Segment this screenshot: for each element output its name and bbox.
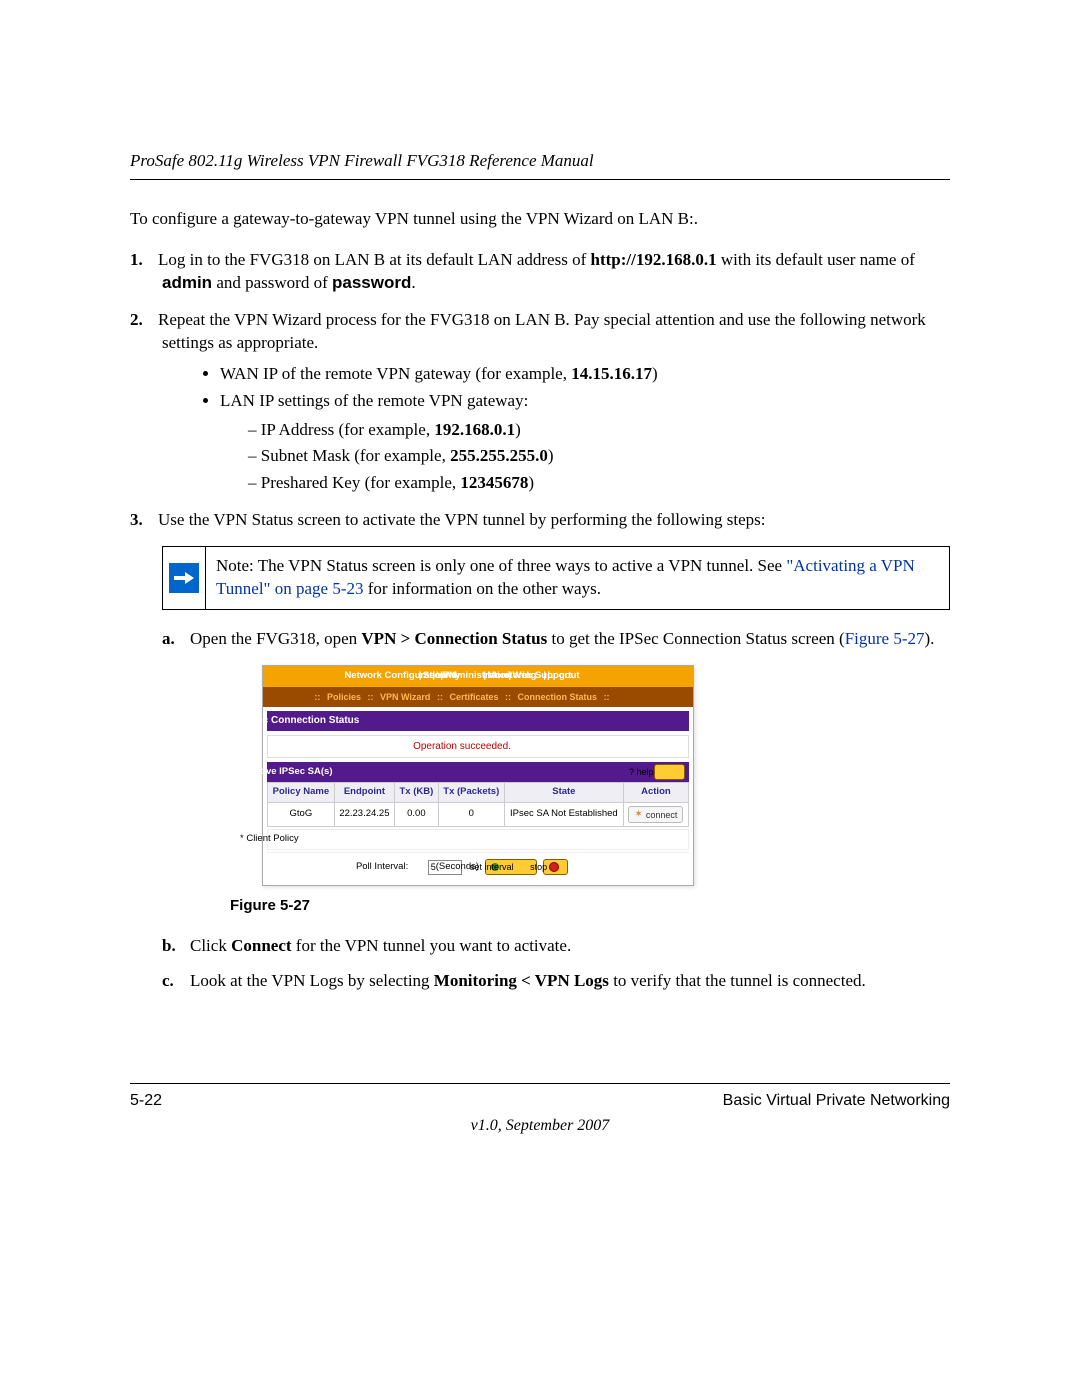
footer-page-number: 5-22 <box>130 1090 162 1112</box>
username: admin <box>162 273 212 292</box>
panel-title: IPSec Connection Status <box>267 711 689 731</box>
figure-ref-link[interactable]: Figure 5-27 <box>845 629 925 648</box>
ipsec-sa-table: Policy Name Endpoint Tx (KB) Tx (Packets… <box>267 782 689 827</box>
subnet-mask: 255.255.255.0 <box>450 446 548 465</box>
col-state: State <box>504 783 623 803</box>
ip-address: 192.168.0.1 <box>434 420 515 439</box>
step-1-text: Log in to the FVG318 on LAN B at its def… <box>158 250 591 269</box>
dash-preshared: Preshared Key (for example, 12345678) <box>248 472 950 495</box>
bullet-wan-ip: WAN IP of the remote VPN gateway (for ex… <box>220 363 950 386</box>
substep-letter: c. <box>162 970 190 993</box>
dash-subnet: Subnet Mask (for example, 255.255.255.0) <box>248 445 950 468</box>
note-icon-cell <box>163 547 206 609</box>
bullet-lan-ip: LAN IP settings of the remote VPN gatewa… <box>220 390 950 496</box>
table-header-bar: ⊞ Active IPSec SA(s) ? help <box>267 762 689 782</box>
step-1: 1.Log in to the FVG318 on LAN B at its d… <box>130 249 950 295</box>
poll-bar: Poll Interval: (Seconds) set interval st… <box>267 852 689 881</box>
col-tx-kb: Tx (KB) <box>395 783 439 803</box>
footer-section: Basic Virtual Private Networking <box>723 1090 950 1112</box>
table-title: ⊞ Active IPSec SA(s) <box>271 766 332 779</box>
cell-tx-packets: 0 <box>438 802 504 827</box>
cell-state: IPsec SA Not Established <box>504 802 623 827</box>
cell-action: ✶connect <box>623 802 688 827</box>
figure-caption: Figure 5-27 <box>262 896 950 916</box>
substep-c: c.Look at the VPN Logs by selecting Moni… <box>162 970 950 993</box>
stop-icon <box>549 862 559 872</box>
help-button[interactable]: ? help <box>654 764 685 780</box>
step-number: 2. <box>130 309 158 332</box>
table-row: GtoG 22.23.24.25 0.00 0 IPsec SA Not Est… <box>268 802 689 827</box>
col-tx-packets: Tx (Packets) <box>438 783 504 803</box>
subnav-vpn-wizard[interactable]: VPN Wizard <box>380 692 430 702</box>
step-number: 1. <box>130 249 158 272</box>
dash-ip: IP Address (for example, 192.168.0.1) <box>248 419 950 442</box>
wand-icon: ✶ <box>634 808 642 822</box>
router-screenshot: Network Configuration| Security| VPN| Ad… <box>262 665 694 886</box>
main-nav: Network Configuration| Security| VPN| Ad… <box>263 666 693 687</box>
step-number: 3. <box>130 509 158 532</box>
intro-text: To configure a gateway-to-gateway VPN tu… <box>130 208 950 231</box>
subnav-policies[interactable]: Policies <box>327 692 361 702</box>
password: password <box>332 273 411 292</box>
poll-label: Poll Interval: <box>388 861 422 874</box>
step-3-text: Use the VPN Status screen to activate th… <box>158 510 766 529</box>
stop-button[interactable]: stop <box>543 859 568 875</box>
help-icon: ? <box>629 767 634 777</box>
cell-endpoint: 22.23.24.25 <box>334 802 394 827</box>
status-message: Operation succeeded. <box>267 735 689 759</box>
client-policy-note: * Client Policy <box>267 829 689 850</box>
subnav-certificates[interactable]: Certificates <box>449 692 498 702</box>
col-endpoint: Endpoint <box>334 783 394 803</box>
col-action: Action <box>623 783 688 803</box>
footer-version: v1.0, September 2007 <box>130 1115 950 1137</box>
substep-b: b.Click Connect for the VPN tunnel you w… <box>162 935 950 958</box>
note-text: Note: The VPN Status screen is only one … <box>206 547 949 609</box>
col-policy-name: Policy Name <box>268 783 335 803</box>
sub-nav: :: Policies :: VPN Wizard :: Certificate… <box>263 687 693 707</box>
connect-bold: Connect <box>231 936 291 955</box>
preshared-key: 12345678 <box>460 473 528 492</box>
note-box: Note: The VPN Status screen is only one … <box>162 546 950 610</box>
monitoring-path: Monitoring < VPN Logs <box>434 971 609 990</box>
connect-button[interactable]: ✶connect <box>628 806 683 824</box>
step-2-text: Repeat the VPN Wizard process for the FV… <box>158 310 926 352</box>
arrow-icon <box>169 563 199 593</box>
lettered-substeps: a.Open the FVG318, open VPN > Connection… <box>162 628 950 992</box>
step-3: 3.Use the VPN Status screen to activate … <box>130 509 950 532</box>
step-2: 2.Repeat the VPN Wizard process for the … <box>130 309 950 496</box>
cell-tx-kb: 0.00 <box>395 802 439 827</box>
vpn-conn-status-path: VPN > Connection Status <box>361 629 547 648</box>
substep-a: a.Open the FVG318, open VPN > Connection… <box>162 628 950 917</box>
substep-letter: a. <box>162 628 190 651</box>
cell-policy-name: GtoG <box>268 802 335 827</box>
running-header: ProSafe 802.11g Wireless VPN Firewall FV… <box>130 150 950 180</box>
table-header-row: Policy Name Endpoint Tx (KB) Tx (Packets… <box>268 783 689 803</box>
numbered-steps: 1.Log in to the FVG318 on LAN B at its d… <box>130 249 950 532</box>
footer: 5-22 Basic Virtual Private Networking <box>130 1083 950 1112</box>
lan-address: http://192.168.0.1 <box>591 250 717 269</box>
step-2-bullets: WAN IP of the remote VPN gateway (for ex… <box>162 363 950 496</box>
substep-letter: b. <box>162 935 190 958</box>
wan-ip: 14.15.16.17 <box>571 364 652 383</box>
step-2-dashes: IP Address (for example, 192.168.0.1) Su… <box>220 419 950 496</box>
document-page: ProSafe 802.11g Wireless VPN Firewall FV… <box>0 0 1080 1397</box>
subnav-connection-status[interactable]: Connection Status <box>518 692 598 702</box>
